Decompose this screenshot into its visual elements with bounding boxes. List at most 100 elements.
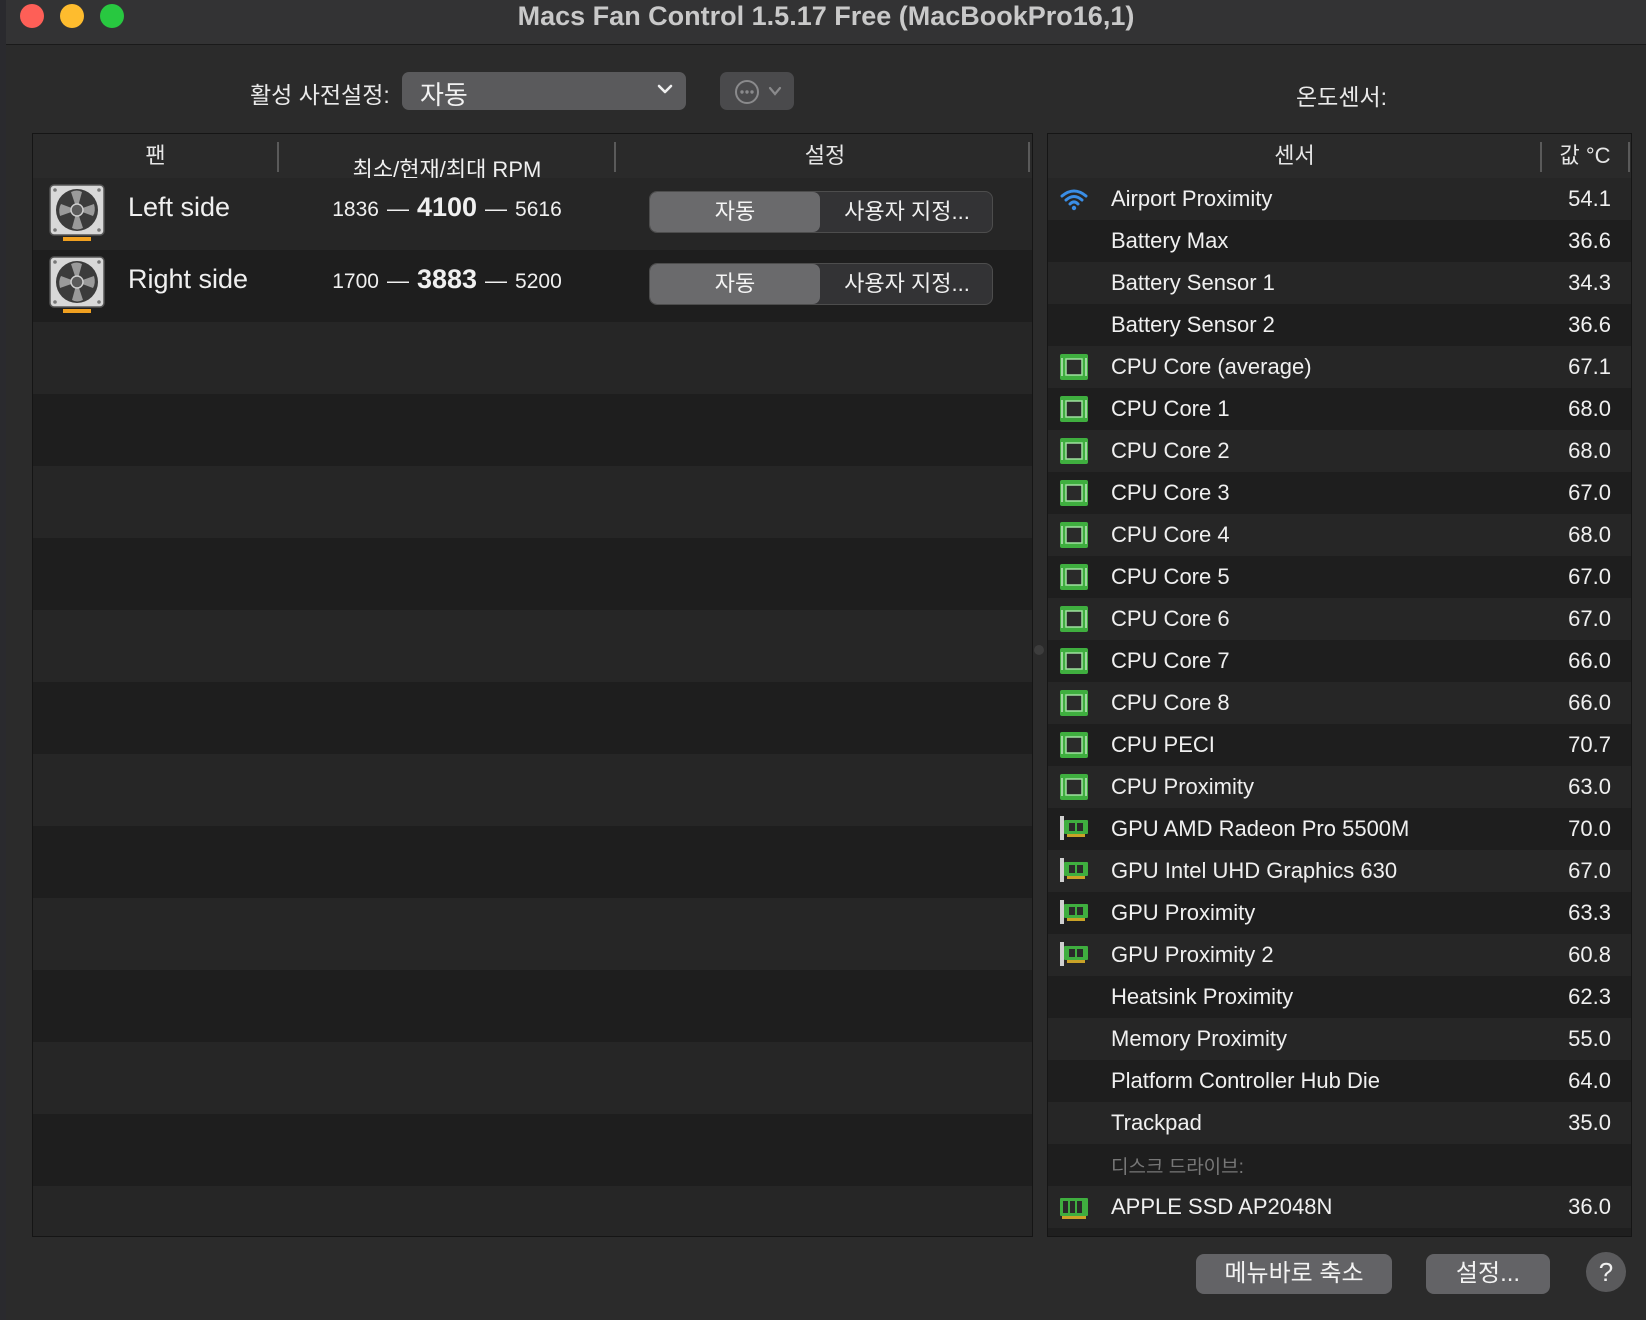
sensor-row[interactable]: CPU Core 2 68.0: [1048, 430, 1631, 472]
table-row: [33, 1186, 1032, 1236]
sensor-name: Battery Max: [1111, 228, 1229, 253]
value-column-header[interactable]: 값 °C: [1542, 134, 1628, 178]
sensor-name: GPU Intel UHD Graphics 630: [1111, 858, 1398, 883]
sensor-value: 34.3: [1568, 270, 1611, 295]
sensor-value: 66.0: [1568, 648, 1611, 673]
sensor-row[interactable]: APPLE SSD AP2048N 36.0: [1048, 1186, 1631, 1228]
settings-column-header[interactable]: 설정: [616, 134, 1032, 178]
sensor-value: 68.0: [1568, 396, 1611, 421]
sensor-table-header: 센서 값 °C: [1048, 134, 1631, 179]
split-view-handle[interactable]: [1034, 645, 1044, 655]
sensor-row[interactable]: Memory Proximity 55.0: [1048, 1018, 1631, 1060]
sensor-row[interactable]: CPU Core 7 66.0: [1048, 640, 1631, 682]
table-row: [33, 754, 1032, 826]
cpu-chip-icon: [1060, 354, 1088, 380]
sensor-group-row: 디스크 드라이브:: [1048, 1144, 1631, 1186]
table-row: [33, 1042, 1032, 1114]
sensor-row[interactable]: CPU Core 6 67.0: [1048, 598, 1631, 640]
table-row: [33, 466, 1032, 538]
preset-options-button[interactable]: [720, 72, 794, 110]
sensor-value: 54.1: [1568, 186, 1611, 211]
chevron-down-icon: [657, 84, 673, 94]
table-row: [33, 898, 1032, 970]
table-row: [33, 682, 1032, 754]
sensor-row[interactable]: CPU Proximity 63.0: [1048, 766, 1631, 808]
sensor-value: 67.0: [1568, 858, 1611, 883]
sensor-row[interactable]: Battery Max 36.6: [1048, 220, 1631, 262]
fan-min-rpm: 1836: [332, 198, 379, 221]
auto-button[interactable]: 자동: [650, 264, 820, 304]
cpu-chip-icon: [1060, 564, 1088, 590]
settings-button[interactable]: 설정...: [1426, 1254, 1550, 1294]
preset-select[interactable]: 자동: [402, 72, 686, 110]
sensor-name: GPU AMD Radeon Pro 5500M: [1111, 816, 1410, 841]
cpu-chip-icon: [1060, 606, 1088, 632]
sensor-name: Battery Sensor 2: [1111, 312, 1275, 337]
disk-drives-group-label: 디스크 드라이브:: [1111, 1157, 1244, 1178]
table-row: [33, 1114, 1032, 1186]
sensor-row[interactable]: Battery Sensor 1 34.3: [1048, 262, 1631, 304]
sensor-row[interactable]: CPU Core (average) 67.1: [1048, 346, 1631, 388]
table-row: [33, 826, 1032, 898]
table-row: [33, 322, 1032, 394]
sensor-row[interactable]: GPU AMD Radeon Pro 5500M 70.0: [1048, 808, 1631, 850]
sensor-row[interactable]: Airport Proximity 54.1: [1048, 178, 1631, 220]
rpm-separator: —: [485, 196, 508, 221]
window-title: Macs Fan Control 1.5.17 Free (MacBookPro…: [517, 1, 1135, 31]
fan-column-header[interactable]: 팬: [33, 134, 278, 178]
sensor-row[interactable]: GPU Proximity 63.3: [1048, 892, 1631, 934]
sensor-name: CPU Core (average): [1111, 354, 1312, 379]
fan-current-rpm: 4100: [416, 192, 478, 222]
rpm-separator: —: [386, 268, 409, 293]
sensor-row[interactable]: Trackpad 35.0: [1048, 1102, 1631, 1144]
cpu-chip-icon: [1060, 648, 1088, 674]
sensor-value: 62.3: [1568, 984, 1611, 1009]
sensor-name: CPU Core 1: [1111, 396, 1230, 421]
sensor-name: CPU Core 7: [1111, 648, 1230, 673]
sensor-row[interactable]: GPU Proximity 2 60.8: [1048, 934, 1631, 976]
sensor-row[interactable]: GPU Intel UHD Graphics 630 67.0: [1048, 850, 1631, 892]
sensor-row[interactable]: CPU Core 4 68.0: [1048, 514, 1631, 556]
sensor-row[interactable]: CPU Core 5 67.0: [1048, 556, 1631, 598]
sensor-row[interactable]: Heatsink Proximity 62.3: [1048, 976, 1631, 1018]
fan-max-rpm: 5616: [515, 198, 562, 221]
minimize-to-menubar-button[interactable]: 메뉴바로 축소: [1196, 1254, 1392, 1294]
cpu-chip-icon: [1060, 522, 1088, 548]
fan-row-left-side[interactable]: Left side 1836 — 4100 — 5616 자동 사용자 지정...: [33, 178, 1032, 250]
gpu-card-icon: [1060, 858, 1088, 882]
sensor-name: Platform Controller Hub Die: [1111, 1068, 1380, 1093]
sensor-value: 36.6: [1568, 312, 1611, 337]
sensor-name: Heatsink Proximity: [1111, 984, 1294, 1009]
fan-table-header: 팬 최소/현재/최대 RPM 설정: [33, 134, 1032, 182]
sensor-row[interactable]: Battery Sensor 2 36.6: [1048, 304, 1631, 346]
fan-rpm-readout: 1700 — 3883 — 5200: [279, 264, 615, 295]
gpu-card-icon: [1060, 816, 1088, 840]
sensor-row[interactable]: CPU Core 3 67.0: [1048, 472, 1631, 514]
sensor-row[interactable]: CPU Core 1 68.0: [1048, 388, 1631, 430]
sensor-value: 67.0: [1568, 606, 1611, 631]
cpu-chip-icon: [1060, 732, 1088, 758]
rpm-separator: —: [485, 268, 508, 293]
sensor-row[interactable]: CPU PECI 70.7: [1048, 724, 1631, 766]
sensor-value: 67.0: [1568, 480, 1611, 505]
auto-button[interactable]: 자동: [650, 192, 820, 232]
sensor-name: Memory Proximity: [1111, 1026, 1288, 1051]
app-window: Macs Fan Control 1.5.17 Free (MacBookPro…: [6, 0, 1646, 1320]
sensor-row[interactable]: Platform Controller Hub Die 64.0: [1048, 1060, 1631, 1102]
sensor-name: CPU Core 8: [1111, 690, 1230, 715]
fan-row-right-side[interactable]: Right side 1700 — 3883 — 5200 자동 사용자 지정...: [33, 250, 1032, 322]
sensor-row[interactable]: CPU Core 8 66.0: [1048, 682, 1631, 724]
sensor-name: CPU Core 5: [1111, 564, 1230, 589]
rpm-separator: —: [386, 196, 409, 221]
custom-button[interactable]: 사용자 지정...: [821, 192, 992, 232]
fan-max-rpm: 5200: [515, 270, 562, 293]
sensor-column-header[interactable]: 센서: [1048, 134, 1541, 178]
fan-rpm-readout: 1836 — 4100 — 5616: [279, 192, 615, 223]
sensor-value: 70.7: [1568, 732, 1611, 757]
custom-button[interactable]: 사용자 지정...: [821, 264, 992, 304]
help-button[interactable]: ?: [1586, 1252, 1626, 1292]
column-divider: [1628, 142, 1630, 172]
fan-icon: [49, 256, 105, 313]
sensor-name: CPU Core 3: [1111, 480, 1230, 505]
sensor-value: 35.0: [1568, 1110, 1611, 1135]
